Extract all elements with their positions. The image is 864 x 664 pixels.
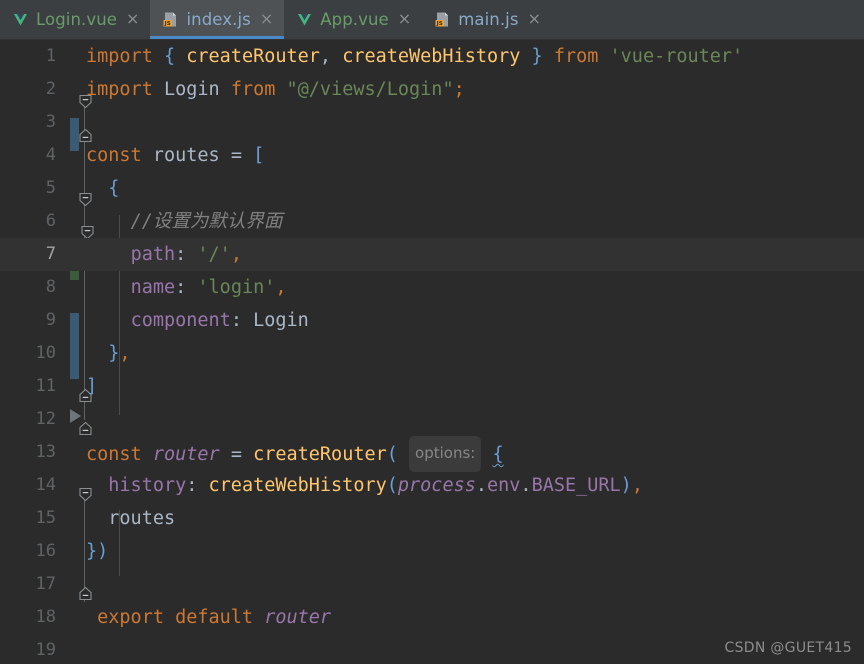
tab-main-js[interactable]: JS main.js × [422,0,552,39]
code-text[interactable]: }) [86,535,864,568]
code-text[interactable]: routes [86,502,864,535]
close-icon[interactable]: × [260,11,273,27]
gutter: 3 [0,106,86,139]
code-editor[interactable]: 1 import { createRouter, createWebHistor… [0,40,864,664]
code-text[interactable]: export default router [86,601,864,634]
code-line[interactable]: 10 }, [0,337,864,370]
code-line[interactable]: 18 export default router [0,601,864,634]
js-file-icon: JS [434,11,451,28]
gutter: 13 [0,436,86,469]
code-line[interactable]: 4 const routes = [ [0,139,864,172]
line-number[interactable]: 15 [36,502,86,535]
line-number[interactable]: 9 [46,304,86,337]
code-text[interactable]: { [86,172,864,205]
code-text[interactable]: path: '/', [86,238,864,271]
code-rows: 1 import { createRouter, createWebHistor… [0,40,864,664]
code-text[interactable]: import Login from "@/views/Login"; [86,73,864,106]
code-line-current[interactable]: 7 path: '/', [0,238,864,271]
vue-file-icon [12,11,29,28]
gutter: 14 [0,469,86,502]
code-line[interactable]: 3 [0,106,864,139]
code-line[interactable]: 14 history: createWebHistory(process.env… [0,469,864,502]
gutter: 7 [0,238,86,271]
line-number[interactable]: 14 [36,469,86,502]
code-line[interactable]: 12 [0,403,864,436]
line-number[interactable]: 13 [36,436,86,469]
code-text[interactable]: component: Login [86,304,864,337]
code-line[interactable]: 6 //设置为默认界面 [0,205,864,238]
code-line[interactable]: 1 import { createRouter, createWebHistor… [0,40,864,73]
gutter: 11 [0,370,86,403]
vue-file-icon [296,11,313,28]
watermark: CSDN @GUET415 [724,640,852,656]
gutter: 18 [0,601,86,634]
tab-label: App.vue [320,10,389,29]
gutter: 6 [0,205,86,238]
tab-label: Login.vue [36,10,118,29]
line-number[interactable]: 2 [46,73,86,106]
code-comment: //设置为默认界面 [130,211,283,232]
line-number[interactable]: 8 [46,271,86,304]
tab-index-js[interactable]: JS index.js × [150,0,285,39]
svg-text:JS: JS [164,21,171,27]
line-number[interactable]: 16 [36,535,86,568]
code-text[interactable]: }, [86,337,864,370]
tab-label: main.js [458,10,519,29]
code-text[interactable] [86,403,864,436]
code-text[interactable]: ] [86,370,864,403]
gutter: 1 [0,40,86,73]
gutter: 16 [0,535,86,568]
code-text[interactable]: name: 'login', [86,271,864,304]
gutter: 9 [0,304,86,337]
inline-parameter-hint[interactable]: options: [409,436,482,472]
svg-text:JS: JS [436,21,443,27]
close-icon[interactable]: × [528,11,541,27]
line-number[interactable]: 7 [46,238,86,271]
code-text[interactable]: import { createRouter, createWebHistory … [86,40,864,73]
code-line[interactable]: 2 import Login from "@/views/Login"; [0,73,864,106]
code-line[interactable]: 8 name: 'login', [0,271,864,304]
tab-app-vue[interactable]: App.vue × [284,0,422,39]
code-line[interactable]: 16 }) [0,535,864,568]
code-text[interactable]: //设置为默认界面 [86,205,864,238]
code-text[interactable]: history: createWebHistory(process.env.BA… [86,469,864,502]
line-number[interactable]: 6 [46,205,86,238]
code-text[interactable]: const router = createRouter( options: { [86,436,864,472]
code-line[interactable]: 5 { [0,172,864,205]
line-number[interactable]: 5 [46,172,86,205]
line-number[interactable]: 1 [46,40,86,73]
gutter: 12 [0,403,86,436]
code-line[interactable]: 9 component: Login [0,304,864,337]
line-number[interactable]: 17 [36,568,86,601]
code-text[interactable]: const routes = [ [86,139,864,172]
close-icon[interactable]: × [126,11,139,27]
gutter: 15 [0,502,86,535]
line-number[interactable]: 3 [46,106,86,139]
code-line[interactable]: 11 ] [0,370,864,403]
close-icon[interactable]: × [398,11,411,27]
gutter: 8 [0,271,86,304]
line-number[interactable]: 19 [36,634,86,664]
gutter: 5 [0,172,86,205]
line-number[interactable]: 4 [46,139,86,172]
line-number[interactable]: 10 [36,337,86,370]
gutter: 17 [0,568,86,601]
gutter: 10 [0,337,86,370]
tab-label: index.js [186,10,251,29]
line-number[interactable]: 12 [36,403,86,436]
gutter: 19 [0,634,86,664]
gutter: 2 [0,73,86,106]
js-file-icon: JS [162,11,179,28]
code-line[interactable]: 15 routes [0,502,864,535]
code-line[interactable]: 17 [0,568,864,601]
tab-login-vue[interactable]: Login.vue × [0,0,150,39]
gutter: 4 [0,139,86,172]
code-text[interactable] [86,568,864,601]
code-text[interactable] [86,106,864,139]
line-number[interactable]: 18 [36,601,86,634]
line-number[interactable]: 11 [36,370,86,403]
code-line[interactable]: 13 const router = createRouter( options:… [0,436,864,472]
editor-tab-bar: Login.vue × JS index.js × App.vue × JS m… [0,0,864,40]
